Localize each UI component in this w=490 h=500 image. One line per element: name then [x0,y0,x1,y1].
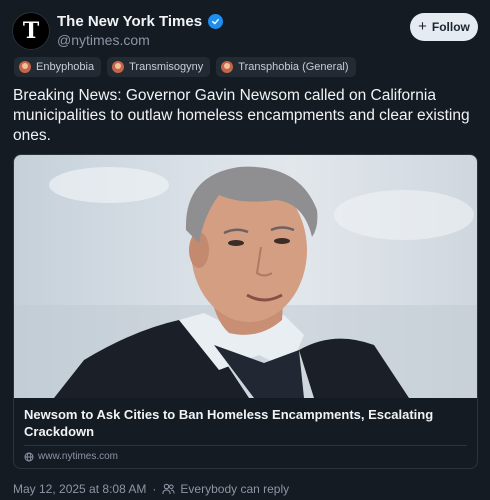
label-chip-transphobia[interactable]: Transphobia (General) [216,57,356,77]
nyt-logo-glyph: T [22,18,40,44]
label-chip-text: Transmisogyny [129,61,204,73]
globe-icon [24,452,34,461]
link-card-domain-text: www.nytimes.com [38,451,119,462]
label-chip-enbyphobia[interactable]: Enbyphobia [14,57,102,77]
account-name-row: The New York Times [57,13,224,30]
post-meta: May 12, 2025 at 8:08 AM · Everybody can … [13,482,289,496]
label-chip-transmisogyny[interactable]: Transmisogyny [107,57,211,77]
account-handle[interactable]: @nytimes.com [57,32,150,48]
link-card-title[interactable]: Newsom to Ask Cities to Ban Homeless Enc… [24,406,464,440]
people-icon [162,483,176,495]
follow-button-label: Follow [431,20,470,34]
follow-button[interactable]: + Follow [410,13,478,41]
moderation-labels: Enbyphobia Transmisogyny Transphobia (Ge… [14,57,356,77]
label-avatar-icon [112,61,125,73]
label-chip-text: Enbyphobia [36,61,95,73]
reply-setting[interactable]: Everybody can reply [180,482,289,496]
plus-icon: + [418,18,427,35]
post-timestamp[interactable]: May 12, 2025 at 8:08 AM [13,482,146,496]
link-card-divider [24,445,467,446]
label-avatar-icon [221,61,234,73]
link-card[interactable]: Newsom to Ask Cities to Ban Homeless Enc… [13,154,478,469]
verified-check-icon[interactable] [208,14,224,29]
photo-of-man-in-dark-jacket [14,166,477,398]
post-text: Breaking News: Governor Gavin Newsom cal… [13,87,470,144]
label-chip-text: Transphobia (General) [238,61,349,73]
link-card-image[interactable] [14,155,477,398]
link-card-domain[interactable]: www.nytimes.com [24,451,118,462]
meta-separator: · [152,482,157,496]
account-avatar[interactable]: T [12,12,50,50]
label-avatar-icon [19,61,31,73]
display-name[interactable]: The New York Times [57,13,202,30]
